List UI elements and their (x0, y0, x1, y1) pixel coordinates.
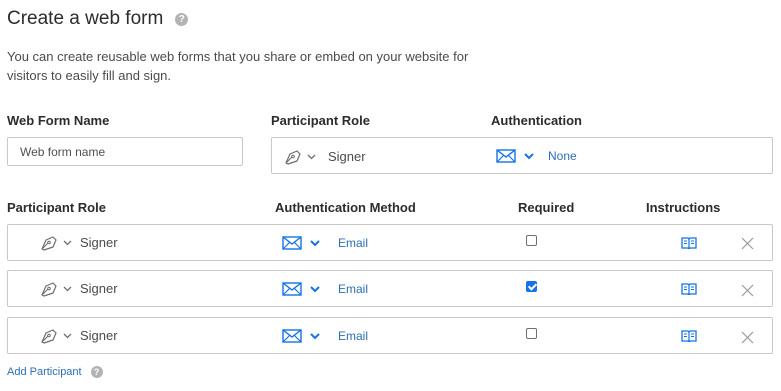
pen-nib-icon (41, 329, 57, 344)
auth-method-dropdown[interactable]: Email (282, 329, 368, 343)
help-icon[interactable]: ? (90, 366, 103, 378)
auth-method-value: Email (338, 236, 369, 250)
header-authentication-method: Authentication Method (275, 200, 416, 215)
envelope-icon (282, 282, 302, 296)
add-participant-row: Add Participant ? (7, 366, 103, 378)
close-icon[interactable] (741, 284, 754, 297)
web-form-name-label: Web Form Name (7, 113, 110, 128)
participant-row: Signer Email (7, 317, 773, 354)
participant-row: Signer Email (7, 224, 773, 261)
header-participant-role: Participant Role (7, 200, 106, 215)
book-icon[interactable] (681, 329, 697, 342)
add-participant-link[interactable]: Add Participant (7, 366, 82, 378)
chevron-down-icon (524, 152, 534, 159)
auth-dropdown[interactable]: None (496, 149, 577, 163)
chevron-down-icon (310, 285, 320, 292)
help-icon[interactable]: ? (175, 12, 189, 26)
book-icon[interactable] (681, 236, 697, 249)
chevron-down-icon (63, 333, 72, 338)
chevron-down-icon (310, 332, 320, 339)
web-form-name-input[interactable] (7, 137, 243, 166)
role-value: Signer (80, 235, 118, 250)
role-dropdown[interactable]: Signer (284, 148, 366, 165)
pen-nib-icon (41, 236, 57, 251)
auth-method-dropdown[interactable]: Email (282, 282, 368, 296)
role-value: Signer (328, 149, 366, 164)
chevron-down-icon (310, 239, 320, 246)
page-title-row: Create a web form ? (7, 8, 189, 30)
auth-method-value: Email (338, 329, 369, 343)
chevron-down-icon (63, 240, 72, 245)
chevron-down-icon (63, 286, 72, 291)
envelope-icon (496, 149, 516, 163)
role-dropdown[interactable]: Signer (40, 327, 118, 344)
role-dropdown[interactable]: Signer (40, 280, 118, 297)
required-checkbox[interactable] (526, 235, 537, 246)
required-checkbox[interactable] (526, 328, 537, 339)
close-icon[interactable] (741, 331, 754, 344)
envelope-icon (282, 236, 302, 250)
participant-row: Signer Email (7, 270, 773, 307)
header-instructions: Instructions (646, 200, 721, 215)
pen-nib-icon (41, 282, 57, 297)
chevron-down-icon (307, 154, 316, 159)
envelope-icon (282, 329, 302, 343)
auth-value: None (548, 149, 577, 163)
header-required: Required (518, 200, 575, 215)
page-title: Create a web form (7, 8, 164, 29)
sender-participant-row: Signer None (271, 137, 773, 174)
pen-nib-icon (285, 150, 301, 165)
page-description: You can create reusable web forms that y… (7, 49, 469, 83)
participant-role-label: Participant Role (271, 113, 370, 128)
required-checkbox[interactable] (526, 281, 537, 292)
auth-method-value: Email (338, 282, 369, 296)
auth-method-dropdown[interactable]: Email (282, 236, 368, 250)
role-value: Signer (80, 281, 118, 296)
book-icon[interactable] (681, 282, 697, 295)
close-icon[interactable] (741, 237, 754, 250)
role-dropdown[interactable]: Signer (40, 234, 118, 251)
authentication-label: Authentication (491, 113, 582, 128)
role-value: Signer (80, 328, 118, 343)
